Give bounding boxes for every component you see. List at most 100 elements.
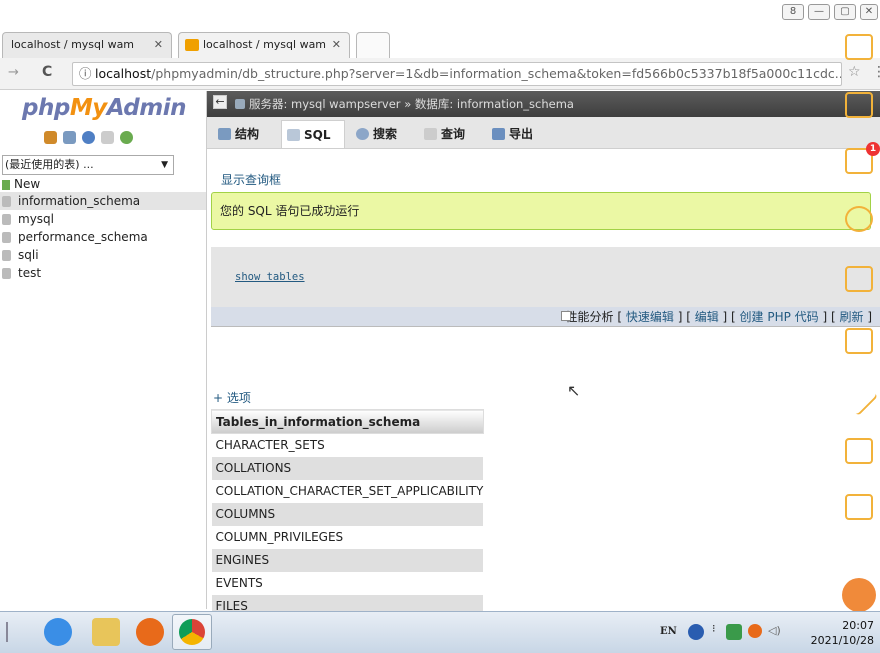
recent-tables-select[interactable]: (最近使用的表) ... ▼	[2, 155, 174, 175]
create-php-code-link[interactable]: 创建 PHP 代码	[740, 310, 819, 324]
help-tray-icon[interactable]	[688, 624, 704, 640]
table-row[interactable]: EVENTS	[211, 571, 484, 595]
new-tab-button[interactable]	[356, 32, 390, 58]
system-clock[interactable]: 20:07 2021/10/28	[811, 618, 874, 648]
search-icon	[356, 128, 369, 140]
success-message: 您的 SQL 语句已成功运行	[211, 192, 871, 230]
minimize-button[interactable]: —	[808, 4, 830, 20]
tab-sql[interactable]: SQL	[281, 120, 345, 148]
chrome-taskbar-button[interactable]	[172, 614, 212, 650]
close-window-button[interactable]: ✕	[860, 4, 878, 20]
chrome-icon	[179, 619, 205, 645]
network-tray-icon[interactable]	[726, 624, 742, 640]
text-icon	[845, 438, 873, 464]
help-icon[interactable]	[82, 131, 95, 144]
side-tool-5[interactable]	[840, 266, 878, 292]
wrench-icon[interactable]	[842, 578, 876, 612]
quick-edit-link[interactable]: 快速编辑	[626, 310, 674, 324]
logout-icon[interactable]	[63, 131, 76, 144]
chevron-down-icon: ▼	[161, 160, 168, 170]
volume-icon[interactable]: ◁)	[768, 624, 781, 637]
side-tool-1[interactable]	[840, 34, 878, 60]
taskbar-divider	[6, 622, 8, 642]
reload-button[interactable]: C	[42, 64, 52, 80]
search-tray-icon[interactable]	[748, 624, 762, 638]
side-tool-2[interactable]	[840, 92, 878, 118]
forward-button[interactable]: →	[8, 65, 19, 80]
browser-tab[interactable]: localhost / mysql wam ✕	[2, 32, 172, 58]
structure-icon	[218, 128, 231, 140]
table-row[interactable]: ENGINES	[211, 548, 484, 572]
show-query-box-link[interactable]: 显示查询框	[221, 171, 281, 188]
url-path: /phpmyadmin/db_structure.php?server=1&db…	[151, 66, 842, 81]
language-indicator[interactable]: EN	[660, 626, 677, 637]
db-performance-schema[interactable]: performance_schema	[0, 228, 206, 246]
scissors-icon	[845, 206, 873, 232]
left-navigation: phpMyAdmin (最近使用的表) ... ▼ New informatio…	[0, 91, 207, 609]
browser-tab-active[interactable]: localhost / mysql wam ✕	[178, 32, 350, 58]
db-mysql[interactable]: mysql	[0, 210, 206, 228]
tab-search[interactable]: 搜索	[351, 120, 413, 148]
phpmyadmin-logo[interactable]: phpMyAdmin	[22, 95, 186, 121]
new-db-icon	[2, 180, 10, 190]
profiling-label: 性能分析	[565, 310, 614, 324]
side-tool-7[interactable]	[839, 377, 879, 417]
database-icon	[2, 268, 11, 279]
side-tool-6[interactable]	[840, 328, 878, 354]
table-row[interactable]: COLUMNS	[211, 502, 484, 526]
sql-code[interactable]: show tables	[235, 271, 305, 283]
upload-icon	[845, 92, 873, 118]
db-sqli[interactable]: sqli	[0, 246, 206, 264]
user-icon[interactable]: 8	[782, 4, 804, 20]
maximize-button[interactable]: ▢	[834, 4, 856, 20]
ime-tray-icon[interactable]: ⁝	[712, 622, 716, 635]
docs-icon[interactable]	[101, 131, 114, 144]
home-icon[interactable]	[44, 131, 57, 144]
edit-link[interactable]: 编辑	[695, 310, 719, 324]
table-row[interactable]: COLLATION_CHARACTER_SET_APPLICABILITY	[211, 479, 484, 503]
tab-label: localhost / mysql wam	[203, 38, 327, 51]
explorer-icon[interactable]	[92, 618, 120, 646]
database-icon	[2, 232, 11, 243]
main-content: ← 服务器: mysql wampserver » 数据库: informati…	[207, 91, 880, 618]
close-tab-icon[interactable]: ✕	[332, 33, 341, 57]
crop-icon	[845, 266, 873, 292]
back-arrow-icon[interactable]: ←	[213, 95, 227, 109]
breadcrumb-text[interactable]: 服务器: mysql wampserver » 数据库: information…	[249, 91, 574, 117]
table-row[interactable]: COLLATIONS	[211, 456, 484, 480]
tab-export[interactable]: 导出	[487, 120, 549, 148]
options-link[interactable]: + 选项	[213, 389, 251, 406]
results-table: Tables_in_information_schema CHARACTER_S…	[211, 409, 484, 618]
table-header-row: Tables_in_information_schema	[211, 409, 484, 434]
table-row[interactable]: COLUMN_PRIVILEGES	[211, 525, 484, 549]
firefox-icon[interactable]	[136, 618, 164, 646]
info-icon[interactable]: ⓘ	[79, 63, 92, 85]
tab-query[interactable]: 查询	[419, 120, 481, 148]
refresh-link[interactable]: 刷新	[839, 310, 863, 324]
close-tab-icon[interactable]: ✕	[154, 33, 163, 57]
windows-taskbar: EN ⁝ ◁) 20:07 2021/10/28	[0, 611, 880, 653]
address-bar[interactable]: ⓘ localhost/phpmyadmin/db_structure.php?…	[72, 62, 842, 86]
reload-nav-icon[interactable]	[120, 131, 133, 144]
side-tool-4[interactable]	[840, 206, 878, 232]
side-tool-3[interactable]: 1	[840, 142, 880, 174]
column-header[interactable]: Tables_in_information_schema	[211, 409, 484, 434]
db-test[interactable]: test	[0, 264, 206, 282]
main-tabs: 结构 SQL 搜索 查询 导出	[207, 117, 880, 149]
phpmyadmin-favicon-icon	[185, 39, 199, 51]
url-host: localhost	[95, 66, 152, 81]
menu-icon[interactable]: ⋮	[872, 64, 880, 80]
profiling-checkbox[interactable]	[561, 311, 571, 321]
table-row[interactable]: CHARACTER_SETS	[211, 433, 484, 457]
query-action-links: 性能分析 [ 快速编辑 ] [ 编辑 ] [ 创建 PHP 代码 ] [ 刷新 …	[211, 307, 880, 327]
browser-toolbar: → C ⓘ localhost/phpmyadmin/db_structure.…	[0, 58, 880, 90]
ie-icon[interactable]	[44, 618, 72, 646]
db-information-schema[interactable]: information_schema	[0, 192, 206, 210]
side-tool-8[interactable]	[840, 438, 878, 464]
tab-structure[interactable]: 结构	[213, 120, 275, 148]
query-icon	[424, 128, 437, 140]
sql-query-display: show tables	[211, 247, 880, 307]
db-new[interactable]: New	[0, 175, 206, 193]
side-tool-9[interactable]	[840, 494, 878, 520]
star-icon[interactable]: ☆	[848, 64, 861, 80]
